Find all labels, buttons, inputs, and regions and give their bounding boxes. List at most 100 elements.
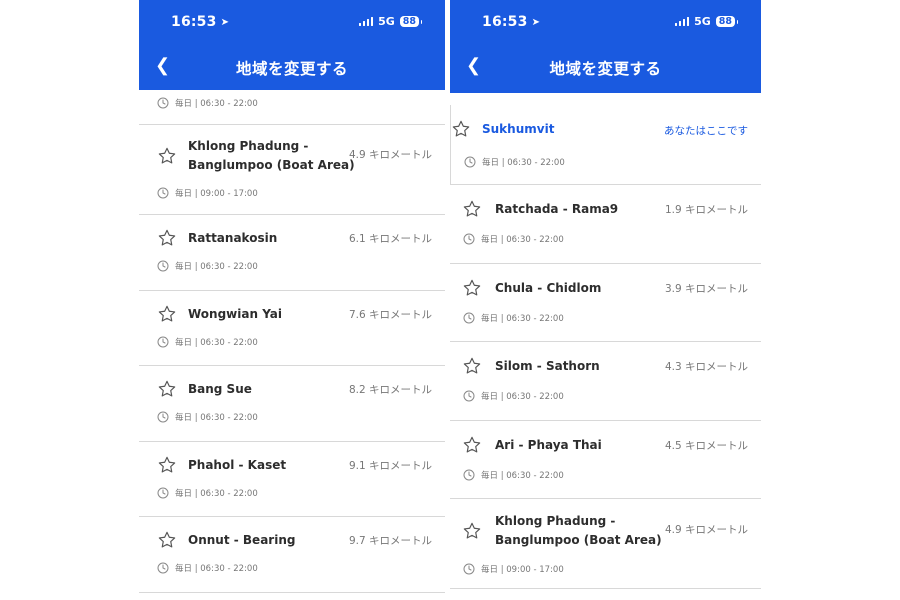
clock-icon — [463, 390, 475, 402]
clock-icon — [157, 187, 169, 199]
hours-text: 毎日 | 06:30 - 22:00 — [175, 413, 258, 423]
page-title: 地域を変更する — [235, 60, 348, 78]
list-item[interactable]: Ari - Phaya Thai 4.5 キロメートル 毎日 | 06:30 - 2… — [450, 421, 761, 499]
hours-text: 毎日 | 06:30 - 22:00 — [481, 470, 564, 481]
region-name: Silom - Sathorn — [495, 357, 600, 376]
star-icon[interactable] — [157, 530, 177, 550]
hours-row: 毎日 | 06:30 - 22:00 — [463, 469, 564, 481]
region-name-line1: Ratchada - Rama9 — [495, 202, 619, 216]
hours-text: 毎日 | 06:30 - 22:00 — [481, 235, 564, 245]
star-icon[interactable] — [462, 435, 482, 455]
region-name-line1: Phahol - Kaset — [188, 457, 287, 472]
hours-text: 毎日 | 09:00 - 17:00 — [175, 189, 258, 199]
header-bar: 16:53 ➤ 5G 88 ❮ 地域を変更する — [139, 0, 445, 90]
region-name-line1: Wongwian Yai — [188, 306, 283, 321]
hours-text: 毎日 | 06:30 - 22:00 — [175, 488, 258, 499]
star-icon[interactable] — [157, 455, 177, 475]
hours-row: 毎日 | 06:30 - 22:00 — [463, 390, 564, 402]
header-bar: 16:53 ➤ 5G 88 ❮ 地域を変更する — [450, 0, 761, 93]
distance-label: 1.9 キロメートル — [664, 204, 748, 216]
region-name-line1: Khlong Phadung - — [188, 139, 309, 153]
current-location-label: あなたはここです — [664, 125, 748, 137]
region-name: Wongwian Yai — [188, 305, 282, 324]
list-top-gap — [450, 93, 761, 105]
status-time: 16:53 ➤ — [171, 14, 230, 30]
hours-row: 毎日 | 06:30 - 22:00 — [463, 312, 564, 324]
region-name: Onnut - Bearing — [188, 531, 295, 550]
star-icon[interactable] — [462, 199, 482, 219]
list-item[interactable]: Phahol - Kaset 9.1 キロメートル 毎日 | 06:30 - 22:… — [139, 442, 445, 517]
signal-icon — [674, 17, 690, 26]
distance-label: 3.9 キロメートル — [664, 282, 748, 295]
list-item[interactable]: Chula - Chidlom 3.9 キロメートル毎日 | 06:30 - 22… — [450, 264, 761, 342]
distance-label: 4.3 キロメートル — [664, 361, 748, 373]
star-icon[interactable] — [451, 119, 471, 139]
region-name-line2: Banglumpoo (Boat Area) — [495, 533, 662, 547]
hours-text: 毎日 | 06:30 - 22:00 — [481, 313, 564, 324]
region-list: Sukhumvit あなたはここです 毎日 | 06:30 - 22:00 Ratch… — [450, 93, 761, 589]
network-label: 5G — [694, 15, 711, 28]
hours-row: 毎日 | 06:30 - 22:00 — [463, 233, 564, 245]
region-name: Sukhumvit — [482, 122, 555, 136]
region-name-line1: Chula - Chidlom — [495, 280, 602, 295]
page-title: 地域を変更する — [549, 60, 662, 78]
region-name: Khlong Phadung - Banglumpoo (Boat Area) — [188, 137, 355, 175]
status-bar: 16:53 ➤ 5G 88 — [171, 14, 423, 32]
region-list: 毎日 | 06:30 - 22:00 Khlong Phadung - Banglu… — [139, 90, 445, 593]
hours-row: 毎日 | 09:00 - 17:00 — [157, 187, 258, 199]
signal-icon — [358, 17, 374, 26]
location-arrow-icon: ➤ — [220, 17, 230, 28]
region-name: Phahol - Kaset — [188, 456, 286, 475]
region-name-line1: Rattanakosin — [188, 231, 278, 245]
region-name-line1: Onnut - Bearing — [188, 533, 296, 547]
distance-label: 6.1 キロメートル — [348, 233, 432, 245]
clock-icon — [157, 260, 169, 272]
hours-text: 毎日 | 06:30 - 22:00 — [175, 262, 258, 272]
list-item[interactable]: Rattanakosin 6.1 キロメートル毎日 | 06:30 - 22:00 — [139, 215, 445, 291]
distance-label: 4.9 キロメートル — [348, 149, 432, 161]
region-name: Ratchada - Rama9 — [495, 200, 618, 219]
list-item[interactable]: Khlong Phadung - Banglumpoo (Boat Area) 4.… — [139, 125, 445, 215]
hours-row: 毎日 | 06:30 - 22:00 — [157, 97, 258, 109]
star-icon[interactable] — [462, 356, 482, 376]
star-icon[interactable] — [157, 379, 177, 399]
network-label: 5G — [378, 15, 395, 28]
clock-icon — [464, 156, 476, 168]
hours-row: 毎日 | 06:30 - 22:00 — [157, 562, 258, 574]
distance-label: 9.7 キロメートル — [348, 535, 432, 547]
region-name-line1: Bang Sue — [188, 382, 252, 396]
clock-icon — [157, 487, 169, 499]
star-icon[interactable] — [157, 146, 177, 166]
battery-icon: 88 — [399, 16, 423, 27]
hours-text: 毎日 | 06:30 - 22:00 — [175, 564, 258, 574]
list-item[interactable]: Ratchada - Rama9 1.9 キロメートル毎日 | 06:30 - 2… — [450, 185, 761, 264]
hours-row: 毎日 | 09:00 - 17:00 — [463, 563, 564, 575]
hours-text: 毎日 | 06:30 - 22:00 — [175, 337, 258, 348]
hours-text: 毎日 | 09:00 - 17:00 — [481, 565, 564, 575]
distance-label: 4.5 キロメートル — [664, 439, 748, 452]
left-screen: 16:53 ➤ 5G 88 ❮ 地域を変更する 毎日 | 06:30 - 22:0… — [139, 0, 445, 600]
star-icon[interactable] — [157, 228, 177, 248]
clock-icon — [463, 563, 475, 575]
list-item[interactable]: Bang Sue 8.2 キロメートル 毎日 | 06:30 - 22:00 — [139, 366, 445, 442]
clock-icon — [463, 233, 475, 245]
clock-icon — [463, 312, 475, 324]
list-item[interactable]: Onnut - Bearing 9.7 キロメートル毎日 | 06:30 - 22… — [139, 517, 445, 593]
right-screen: 16:53 ➤ 5G 88 ❮ 地域を変更する Sukhumvit あなたはここです… — [450, 0, 761, 600]
hours-row: 毎日 | 06:30 - 22:00 — [157, 411, 258, 423]
hours-row: 毎日 | 06:30 - 22:00 — [157, 260, 258, 272]
clock-icon — [157, 97, 169, 109]
star-icon[interactable] — [157, 304, 177, 324]
list-item[interactable]: Wongwian Yai 7.6 キロメートル毎日 | 06:30 - 22:00 — [139, 291, 445, 366]
hours-text: 毎日 | 06:30 - 22:00 — [175, 99, 258, 109]
hours-row: 毎日 | 06:30 - 22:00 — [464, 156, 565, 168]
distance-label: 7.6 キロメートル — [348, 308, 432, 321]
list-item[interactable]: Silom - Sathorn 4.3 キロメートル毎日 | 06:30 - 22… — [450, 342, 761, 421]
location-arrow-icon: ➤ — [531, 17, 541, 28]
star-icon[interactable] — [462, 278, 482, 298]
current-region-item[interactable]: Sukhumvit あなたはここです毎日 | 06:30 - 22:00 — [450, 105, 761, 185]
star-icon[interactable] — [462, 521, 482, 541]
list-item[interactable]: Khlong Phadung - Banglumpoo (Boat Area) 4.… — [450, 499, 761, 589]
region-name: Rattanakosin — [188, 229, 277, 248]
region-name: Bang Sue — [188, 380, 252, 399]
